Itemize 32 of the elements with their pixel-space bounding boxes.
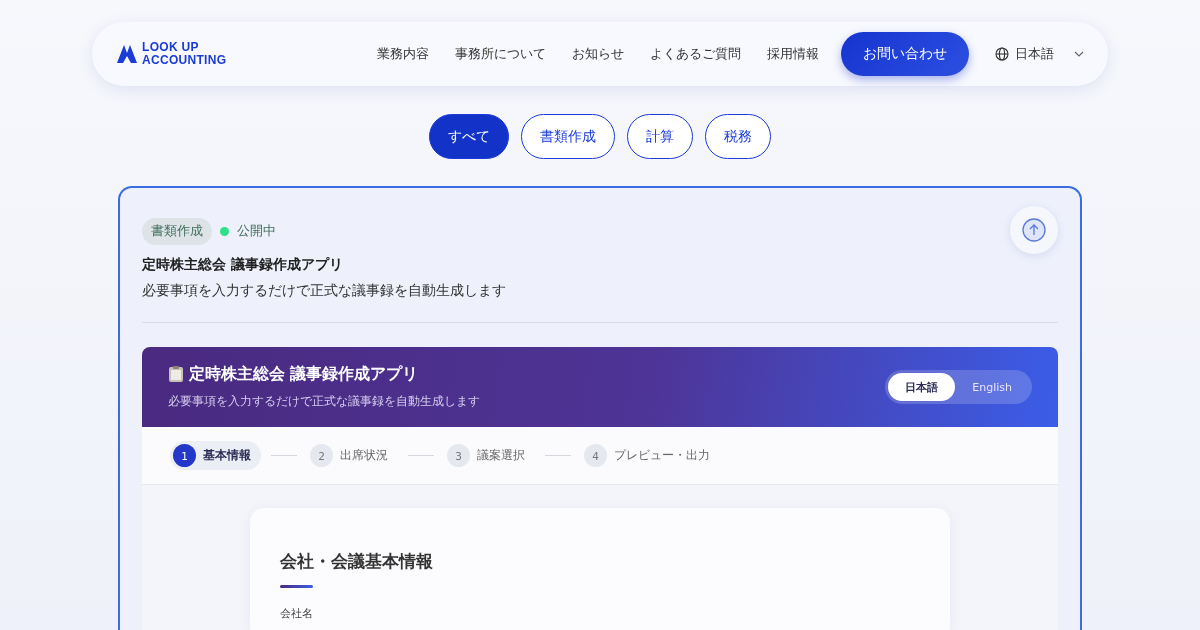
filter-chip[interactable]: 税務 bbox=[705, 114, 771, 159]
filter-chip[interactable]: すべて bbox=[429, 114, 509, 159]
nav-link[interactable]: お知らせ bbox=[572, 45, 624, 63]
globe-icon bbox=[995, 47, 1009, 61]
logo-icon bbox=[116, 43, 138, 65]
filter-chip[interactable]: 計算 bbox=[627, 114, 693, 159]
status-dot bbox=[220, 226, 229, 236]
arrow-up-icon bbox=[1022, 218, 1046, 242]
filter-chip[interactable]: 書類作成 bbox=[521, 114, 615, 159]
step-tab[interactable]: 2 出席状況 bbox=[307, 441, 398, 470]
nav-link[interactable]: 業務内容 bbox=[377, 45, 429, 63]
logo-text[interactable]: LOOK UP ACCOUNTING bbox=[142, 41, 227, 67]
step-tab[interactable]: 1 基本情報 bbox=[170, 441, 261, 470]
field-label: 会社名 bbox=[280, 606, 314, 621]
app-title: 定時株主総会 議事録作成アプリ bbox=[142, 256, 344, 274]
nav-link[interactable]: 採用情報 bbox=[767, 45, 819, 63]
chevron-down-icon bbox=[1074, 51, 1084, 57]
step-tab[interactable]: 4 プレビュー・出力 bbox=[581, 441, 720, 470]
nav-link[interactable]: 事務所について bbox=[455, 45, 546, 63]
app-header-title: 定時株主総会 議事録作成アプリ bbox=[189, 364, 419, 385]
form-heading: 会社・会議基本情報 bbox=[280, 550, 434, 573]
nav-link[interactable]: よくあるご質問 bbox=[650, 45, 741, 63]
app-description: 必要事項を入力するだけで正式な議事録を自動生成します bbox=[142, 282, 507, 300]
category-tag: 書類作成 bbox=[142, 217, 212, 245]
clipboard-icon bbox=[168, 366, 184, 383]
app-header-subtitle: 必要事項を入力するだけで正式な議事録を自動生成します bbox=[168, 393, 480, 410]
step-tab[interactable]: 3 議案選択 bbox=[444, 441, 535, 470]
language-selector[interactable]: 日本語 bbox=[995, 45, 1084, 63]
scroll-up-button[interactable] bbox=[1010, 206, 1058, 254]
language-option[interactable]: 日本語 bbox=[888, 373, 956, 401]
status-label: 公開中 bbox=[237, 222, 276, 240]
contact-button[interactable]: お問い合わせ bbox=[841, 32, 969, 76]
